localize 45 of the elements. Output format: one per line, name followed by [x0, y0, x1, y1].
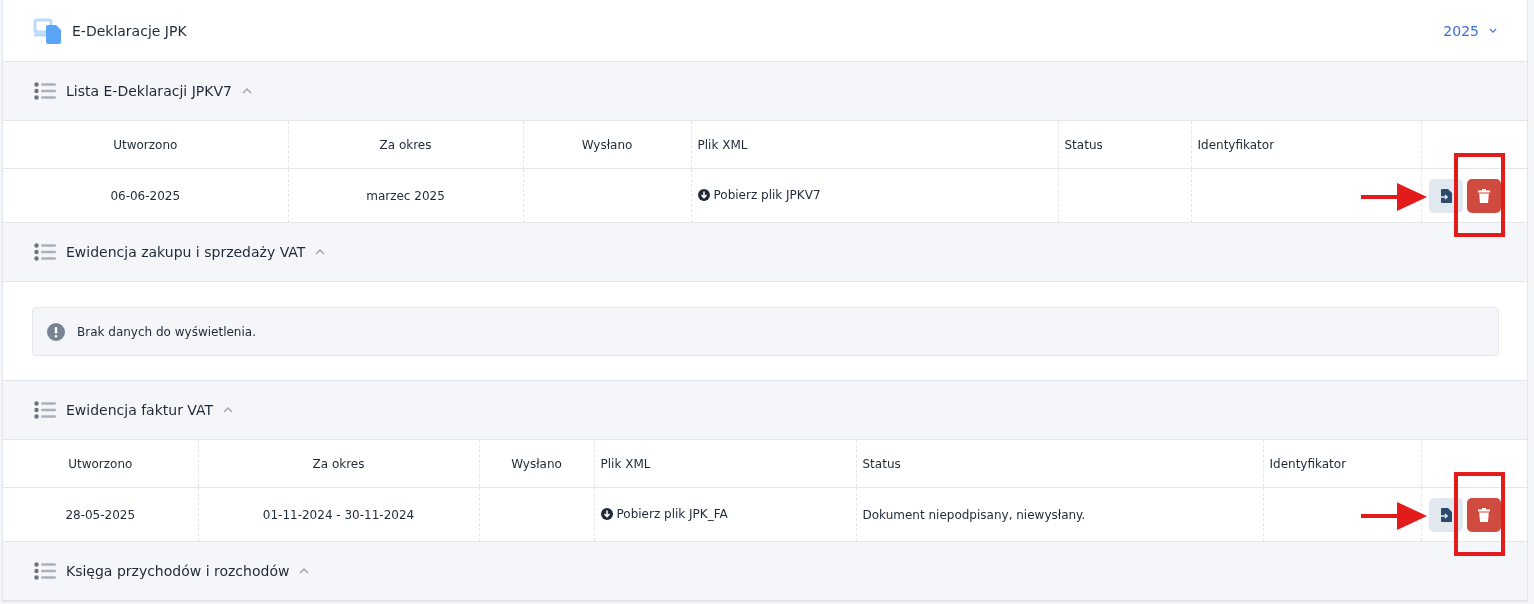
column-header: Status — [856, 440, 1263, 488]
column-header: Za okres — [288, 121, 523, 169]
chevron-up-icon[interactable] — [223, 407, 234, 413]
chevron-up-icon[interactable] — [315, 249, 326, 255]
alert-message: Brak danych do wyświetlenia. — [77, 324, 256, 339]
file-export-icon — [1440, 507, 1452, 522]
column-header: Status — [1058, 121, 1191, 169]
trash-icon — [1478, 188, 1490, 203]
column-header: Identyfikator — [1263, 440, 1421, 488]
delete-button[interactable] — [1467, 497, 1501, 532]
table-cell: Dokument niepodpisany, niewysłany. — [862, 507, 1086, 522]
page-title: E-Deklaracje JPK — [72, 22, 187, 39]
section-title[interactable]: Księga przychodów i rozchodów — [66, 563, 290, 579]
year-dropdown[interactable]: 2025 — [1443, 22, 1497, 39]
column-header: Wysłano — [523, 121, 691, 169]
column-header: Utworzono — [3, 121, 288, 169]
list-icon — [34, 401, 56, 419]
download-icon — [697, 188, 710, 201]
column-header: Plik XML — [594, 440, 856, 488]
table-cell: 06-06-2025 — [110, 188, 181, 203]
column-header: Utworzono — [3, 440, 198, 488]
column-header: Za okres — [198, 440, 479, 488]
chevron-up-icon[interactable] — [241, 88, 252, 94]
table-cell: marzec 2025 — [366, 188, 445, 203]
download-icon — [600, 507, 613, 520]
section-title[interactable]: Lista E-Deklaracji JPKV7 — [66, 83, 232, 99]
section-title[interactable]: Ewidencja faktur VAT — [66, 402, 214, 418]
exclamation-icon — [47, 322, 65, 341]
file-export-icon — [1440, 188, 1452, 203]
download-link[interactable]: Pobierz plik JPKV7 — [697, 187, 821, 202]
documents-icon — [33, 17, 63, 44]
column-header: Wysłano — [479, 440, 594, 488]
trash-icon — [1478, 507, 1490, 522]
column-header: Identyfikator — [1191, 121, 1421, 169]
list-icon — [34, 562, 56, 580]
table-cell: 01-11-2024 - 30-11-2024 — [262, 507, 415, 522]
column-header: Plik XML — [691, 121, 1058, 169]
delete-button[interactable] — [1467, 178, 1501, 213]
chevron-down-icon[interactable] — [1489, 28, 1497, 33]
chevron-up-icon[interactable] — [299, 568, 310, 574]
table-cell: 28-05-2025 — [65, 507, 136, 522]
download-link[interactable]: Pobierz plik JPK_FA — [600, 506, 728, 521]
list-icon — [34, 82, 56, 100]
list-icon — [34, 243, 56, 261]
section-title[interactable]: Ewidencja zakupu i sprzedaży VAT — [66, 244, 306, 260]
